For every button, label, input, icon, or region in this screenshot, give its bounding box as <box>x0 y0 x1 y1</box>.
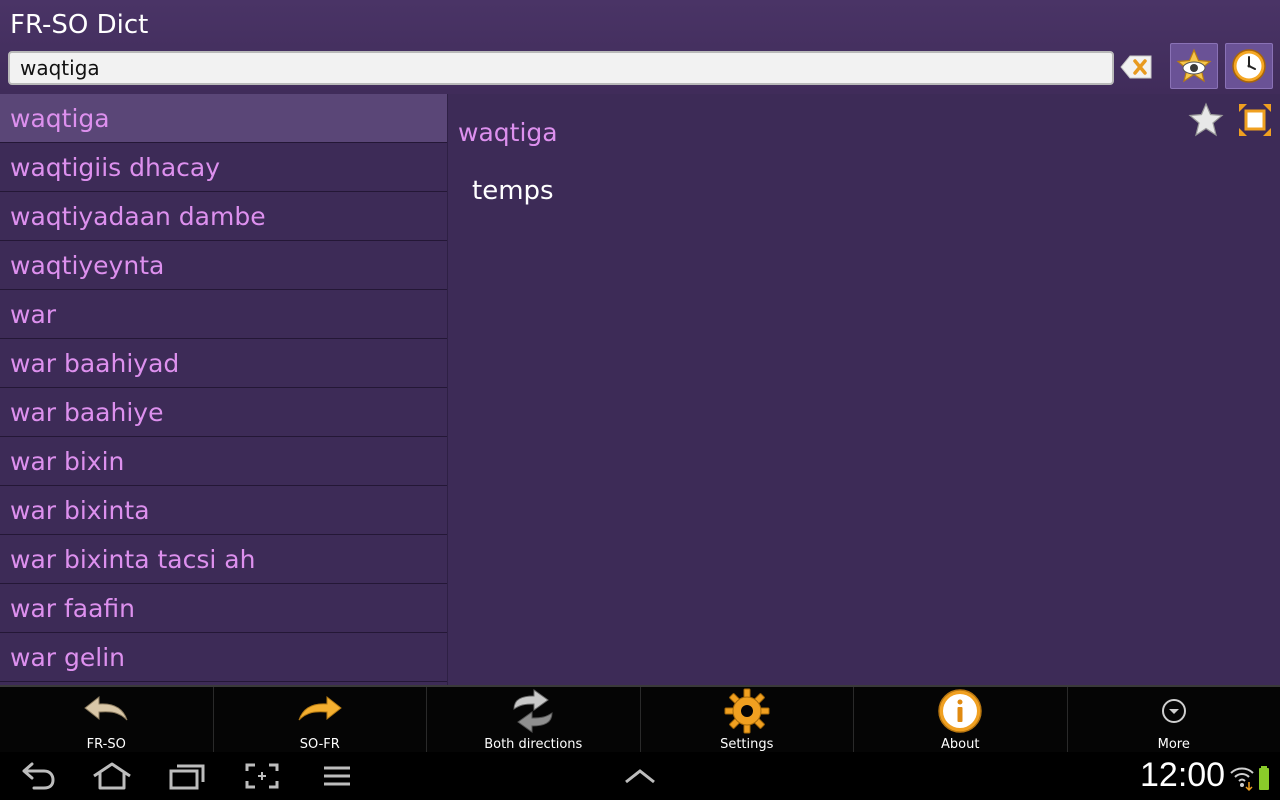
list-item[interactable]: waqtiyadaan dambe <box>0 192 448 241</box>
more-button[interactable]: More <box>1068 687 1280 752</box>
screenshot-button[interactable] <box>242 760 282 792</box>
list-item[interactable]: waqtigiis dhacay <box>0 143 448 192</box>
expand-up-button[interactable] <box>620 760 660 792</box>
both-directions-label: Both directions <box>484 737 583 752</box>
list-item[interactable]: war baahiye <box>0 388 448 437</box>
fullscreen-button[interactable] <box>1237 102 1273 138</box>
chevron-down-icon <box>1161 699 1186 723</box>
more-label: More <box>1157 737 1190 752</box>
history-clock-icon <box>1232 49 1266 83</box>
system-clock: 12:00 <box>1140 756 1226 794</box>
chevron-up-icon <box>625 769 655 784</box>
list-item[interactable]: war bixinta <box>0 486 448 535</box>
home-button[interactable] <box>92 760 132 792</box>
title-bar: FR-SO Dict <box>0 0 1280 94</box>
star-icon <box>1188 102 1224 137</box>
info-icon <box>938 689 982 733</box>
favorites-button[interactable] <box>1170 43 1218 89</box>
about-button[interactable]: About <box>854 687 1068 752</box>
menu-icon <box>324 766 350 786</box>
clear-search-button[interactable] <box>1120 52 1154 82</box>
app-title: FR-SO Dict <box>10 10 149 40</box>
search-input[interactable] <box>8 51 1114 85</box>
list-item[interactable]: war bixinta tacsi ah <box>0 535 448 584</box>
list-item[interactable]: war baahiyad <box>0 339 448 388</box>
recent-apps-icon <box>169 764 205 790</box>
detail-translation: temps <box>472 176 554 206</box>
detail-headword: waqtiga <box>458 118 558 147</box>
list-item[interactable]: war gelin <box>0 633 448 682</box>
both-directions-button[interactable]: Both directions <box>427 687 641 752</box>
back-button[interactable] <box>18 760 58 792</box>
history-button[interactable] <box>1225 43 1273 89</box>
gear-icon <box>724 688 770 734</box>
list-item[interactable]: war <box>0 290 448 339</box>
screenshot-icon <box>245 763 279 789</box>
action-bar: FR-SO SO-FR Both directions Settings Abo… <box>0 685 1280 752</box>
favorites-eye-icon <box>1176 48 1212 83</box>
add-favorite-button[interactable] <box>1188 102 1224 138</box>
fr-so-label: FR-SO <box>86 737 126 752</box>
list-item[interactable]: war faafin <box>0 584 448 633</box>
recent-apps-button[interactable] <box>167 760 207 792</box>
dictionary-app: FR-SO Dict waqtigawaqtigiis dhac <box>0 0 1280 752</box>
settings-button[interactable]: Settings <box>641 687 854 752</box>
system-navigation-bar: 12:00 <box>0 752 1280 800</box>
so-fr-label: SO-FR <box>299 737 340 752</box>
arrow-left-icon <box>84 695 128 721</box>
about-label: About <box>941 737 980 752</box>
arrow-right-icon <box>298 695 342 721</box>
menu-button[interactable] <box>317 760 357 792</box>
back-icon <box>22 762 55 790</box>
so-fr-button[interactable]: SO-FR <box>214 687 427 752</box>
list-item[interactable]: waqtiyeynta <box>0 241 448 290</box>
home-icon <box>93 762 131 790</box>
fullscreen-icon <box>1239 104 1271 136</box>
detail-pane: waqtiga temps <box>448 94 1280 685</box>
clear-text-icon <box>1120 55 1152 79</box>
word-list[interactable]: waqtiga waqtigiis dhacay waqtiyadaan dambe… <box>0 94 448 685</box>
swap-arrows-icon <box>513 689 553 733</box>
settings-label: Settings <box>720 737 774 752</box>
list-item[interactable]: waqtiga <box>0 94 448 143</box>
wifi-battery-icon <box>1230 766 1269 792</box>
fr-so-button[interactable]: FR-SO <box>0 687 214 752</box>
list-item[interactable]: war bixin <box>0 437 448 486</box>
